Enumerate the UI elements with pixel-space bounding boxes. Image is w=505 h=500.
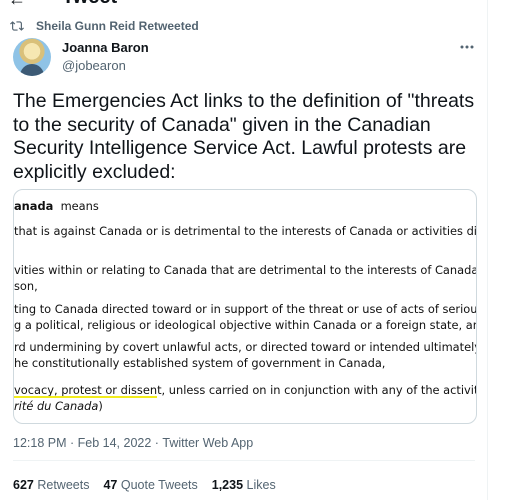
likes-count: 1,235 — [211, 478, 244, 492]
retweet-icon — [10, 21, 24, 31]
timestamp-date[interactable]: Feb 14, 2022 — [78, 436, 152, 450]
quote-tweets-label: Quote Tweets — [120, 478, 198, 492]
more-button[interactable] — [458, 38, 476, 56]
excerpt-line: rd undermining by covert unlawful acts, … — [14, 340, 477, 354]
highlight-underline — [14, 396, 157, 398]
retweets-label: Retweets — [37, 478, 90, 492]
retweets-stat[interactable]: 627 Retweets — [13, 478, 89, 492]
tweet-source[interactable]: Twitter Web App — [162, 436, 253, 450]
excerpt-line: g a political, religious or ideological … — [14, 318, 477, 332]
arrow-left-icon[interactable]: ← — [8, 0, 26, 10]
excerpt-line: vities within or relating to Canada that… — [14, 263, 477, 277]
excerpt-italic-close: ) — [98, 399, 103, 413]
excerpt-line: that is against Canada or is detrimental… — [14, 224, 477, 238]
excerpt-term-line: anada means — [14, 199, 99, 213]
avatar[interactable] — [13, 38, 51, 76]
engagement-stats: 627 Retweets 47 Quote Tweets 1,235 Likes — [13, 478, 290, 492]
excerpt-italic-line: rité du Canada) — [14, 399, 103, 413]
excerpt-term: anada — [14, 199, 54, 213]
divider — [13, 460, 475, 461]
retweets-count: 627 — [13, 478, 34, 492]
excerpt-line: vocacy, protest or dissent, unless carri… — [14, 383, 477, 397]
likes-stat[interactable]: 1,235 Likes — [212, 478, 276, 492]
timestamp-time[interactable]: 12:18 PM — [13, 436, 67, 450]
quote-tweets-stat[interactable]: 47 Quote Tweets — [103, 478, 197, 492]
excerpt-line: he constitutionally established system o… — [14, 356, 386, 370]
column-border — [487, 0, 488, 500]
page-header: ← Tweet — [0, 0, 505, 10]
tweet-media-image[interactable]: anada means that is against Canada or is… — [13, 189, 477, 424]
excerpt-line: ting to Canada directed toward or in sup… — [14, 302, 477, 316]
more-horizontal-icon — [460, 45, 474, 49]
tweet-text: The Emergencies Act links to the definit… — [13, 90, 475, 183]
avatar-image — [20, 64, 44, 76]
excerpt-term-suffix: means — [53, 199, 99, 213]
timestamp-separator: · — [151, 436, 163, 450]
retweet-label[interactable]: Sheila Gunn Reid Retweeted — [36, 19, 199, 33]
likes-label: Likes — [246, 478, 276, 492]
retweet-indicator: Sheila Gunn Reid Retweeted — [10, 18, 199, 34]
page-title: Tweet — [62, 0, 117, 9]
law-excerpt: anada means that is against Canada or is… — [14, 190, 476, 423]
tweet-timestamp: 12:18 PM · Feb 14, 2022 · Twitter Web Ap… — [13, 436, 253, 450]
author-name[interactable]: Joanna Baron — [62, 40, 149, 55]
excerpt-line: son, — [14, 279, 38, 293]
timestamp-separator: · — [66, 436, 78, 450]
excerpt-italic: rité du Canada — [14, 399, 99, 413]
author-handle[interactable]: @jobearon — [62, 58, 126, 73]
quote-tweets-count: 47 — [103, 478, 118, 492]
